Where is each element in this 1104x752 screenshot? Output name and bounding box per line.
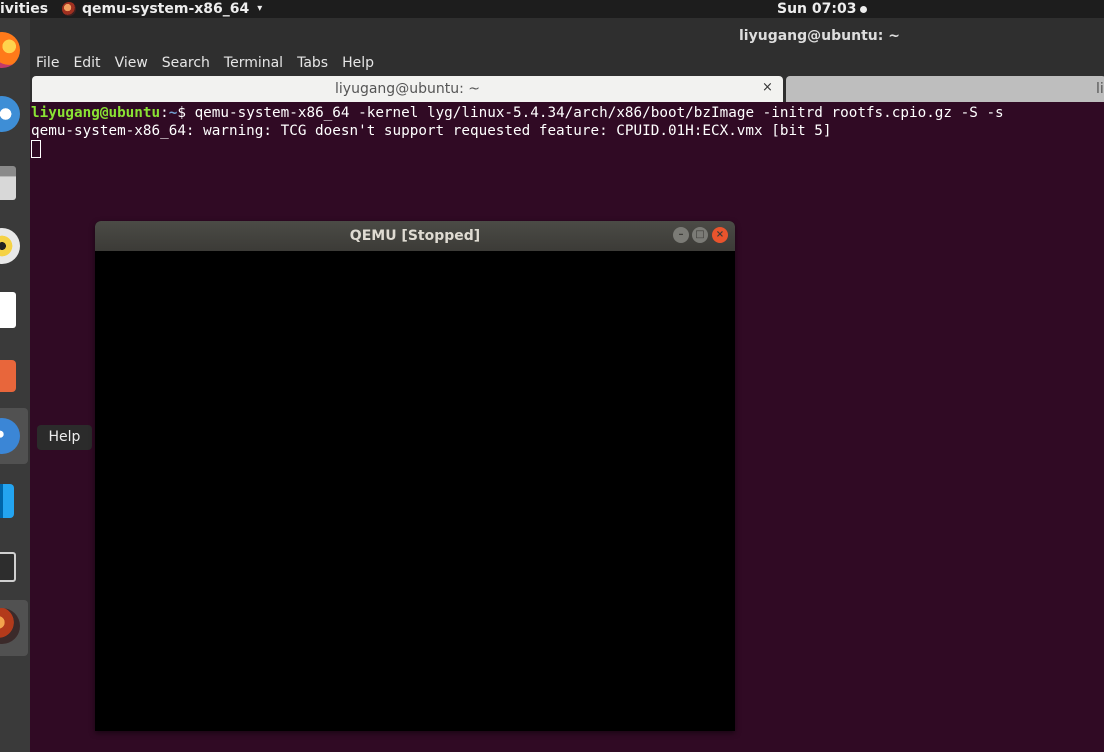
dock-item-software[interactable] — [0, 348, 28, 404]
chevron-down-icon: ▾ — [257, 3, 263, 14]
terminal-cursor — [31, 140, 41, 158]
terminal-menubar: File Edit View Search Terminal Tabs Help — [30, 52, 1104, 74]
qemu-app-icon — [62, 2, 76, 16]
clock-label: Sun 07:03 — [777, 1, 857, 17]
software-center-icon — [0, 360, 16, 392]
menu-edit[interactable]: Edit — [67, 52, 108, 74]
qemu-icon — [0, 608, 20, 644]
tab-active[interactable]: liyugang@ubuntu: ~ × — [32, 76, 783, 102]
thunderbird-icon — [0, 96, 20, 132]
notification-dot-icon — [860, 5, 868, 13]
vscode-icon — [0, 484, 14, 518]
menu-tabs[interactable]: Tabs — [291, 52, 336, 74]
qemu-window[interactable]: QEMU [Stopped] – □ × — [95, 221, 735, 731]
tab-bar: liyugang@ubuntu: ~ × li — [30, 74, 1104, 102]
prompt-separator: : — [160, 105, 169, 121]
top-bar: ivities qemu-system-x86_64 ▾ Sun 07:03 — [0, 0, 1104, 18]
maximize-icon[interactable]: □ — [692, 227, 708, 243]
rhythmbox-icon — [0, 228, 20, 264]
dock-tooltip: Help — [37, 425, 92, 450]
tab-inactive[interactable]: li — [786, 76, 1104, 102]
dock-item-firefox[interactable] — [0, 26, 28, 82]
command-text: qemu-system-x86_64 -kernel lyg/linux-5.4… — [194, 105, 1004, 121]
qemu-titlebar[interactable]: QEMU [Stopped] – □ × — [95, 221, 735, 251]
clock[interactable]: Sun 07:03 — [777, 0, 868, 18]
dock-item-files[interactable] — [0, 156, 28, 212]
menu-view[interactable]: View — [109, 52, 156, 74]
prompt-user: liyugang@ubuntu — [31, 105, 161, 121]
menu-search[interactable]: Search — [156, 52, 218, 74]
terminal-window-title: liyugang@ubuntu: ~ — [739, 28, 900, 44]
libreoffice-writer-icon — [0, 292, 16, 328]
terminal-output-line: qemu-system-x86_64: warning: TCG doesn't… — [31, 123, 832, 139]
prompt-end: $ — [177, 105, 195, 121]
dock-item-writer[interactable] — [0, 284, 28, 340]
dock-item-thunderbird[interactable] — [0, 92, 28, 148]
close-icon[interactable]: × — [712, 227, 728, 243]
dock — [0, 18, 30, 752]
tab-label: liyugang@ubuntu: ~ — [335, 81, 480, 97]
firefox-icon — [0, 32, 20, 68]
tab-label: li — [1096, 81, 1104, 97]
help-icon — [0, 418, 20, 454]
dock-item-qemu[interactable] — [0, 600, 28, 656]
menu-help[interactable]: Help — [336, 52, 382, 74]
dock-item-rhythmbox[interactable] — [0, 218, 28, 274]
dock-item-terminal[interactable] — [0, 540, 28, 596]
minimize-icon[interactable]: – — [673, 227, 689, 243]
qemu-display[interactable] — [95, 251, 735, 731]
dock-item-vscode[interactable] — [0, 474, 28, 530]
terminal-titlebar[interactable]: liyugang@ubuntu: ~ — [30, 18, 1104, 52]
app-menu[interactable]: qemu-system-x86_64 ▾ — [62, 0, 262, 18]
menu-file[interactable]: File — [30, 52, 67, 74]
activities-button[interactable]: ivities — [0, 0, 48, 18]
app-menu-label: qemu-system-x86_64 — [82, 1, 250, 17]
menu-terminal[interactable]: Terminal — [218, 52, 291, 74]
terminal-command-line: liyugang@ubuntu:~$ qemu-system-x86_64 -k… — [31, 104, 1004, 123]
tab-close-icon[interactable]: × — [762, 80, 773, 95]
dock-item-help[interactable] — [0, 408, 28, 464]
files-icon — [0, 166, 16, 200]
terminal-icon — [0, 552, 16, 582]
qemu-window-title: QEMU [Stopped] — [349, 228, 481, 244]
